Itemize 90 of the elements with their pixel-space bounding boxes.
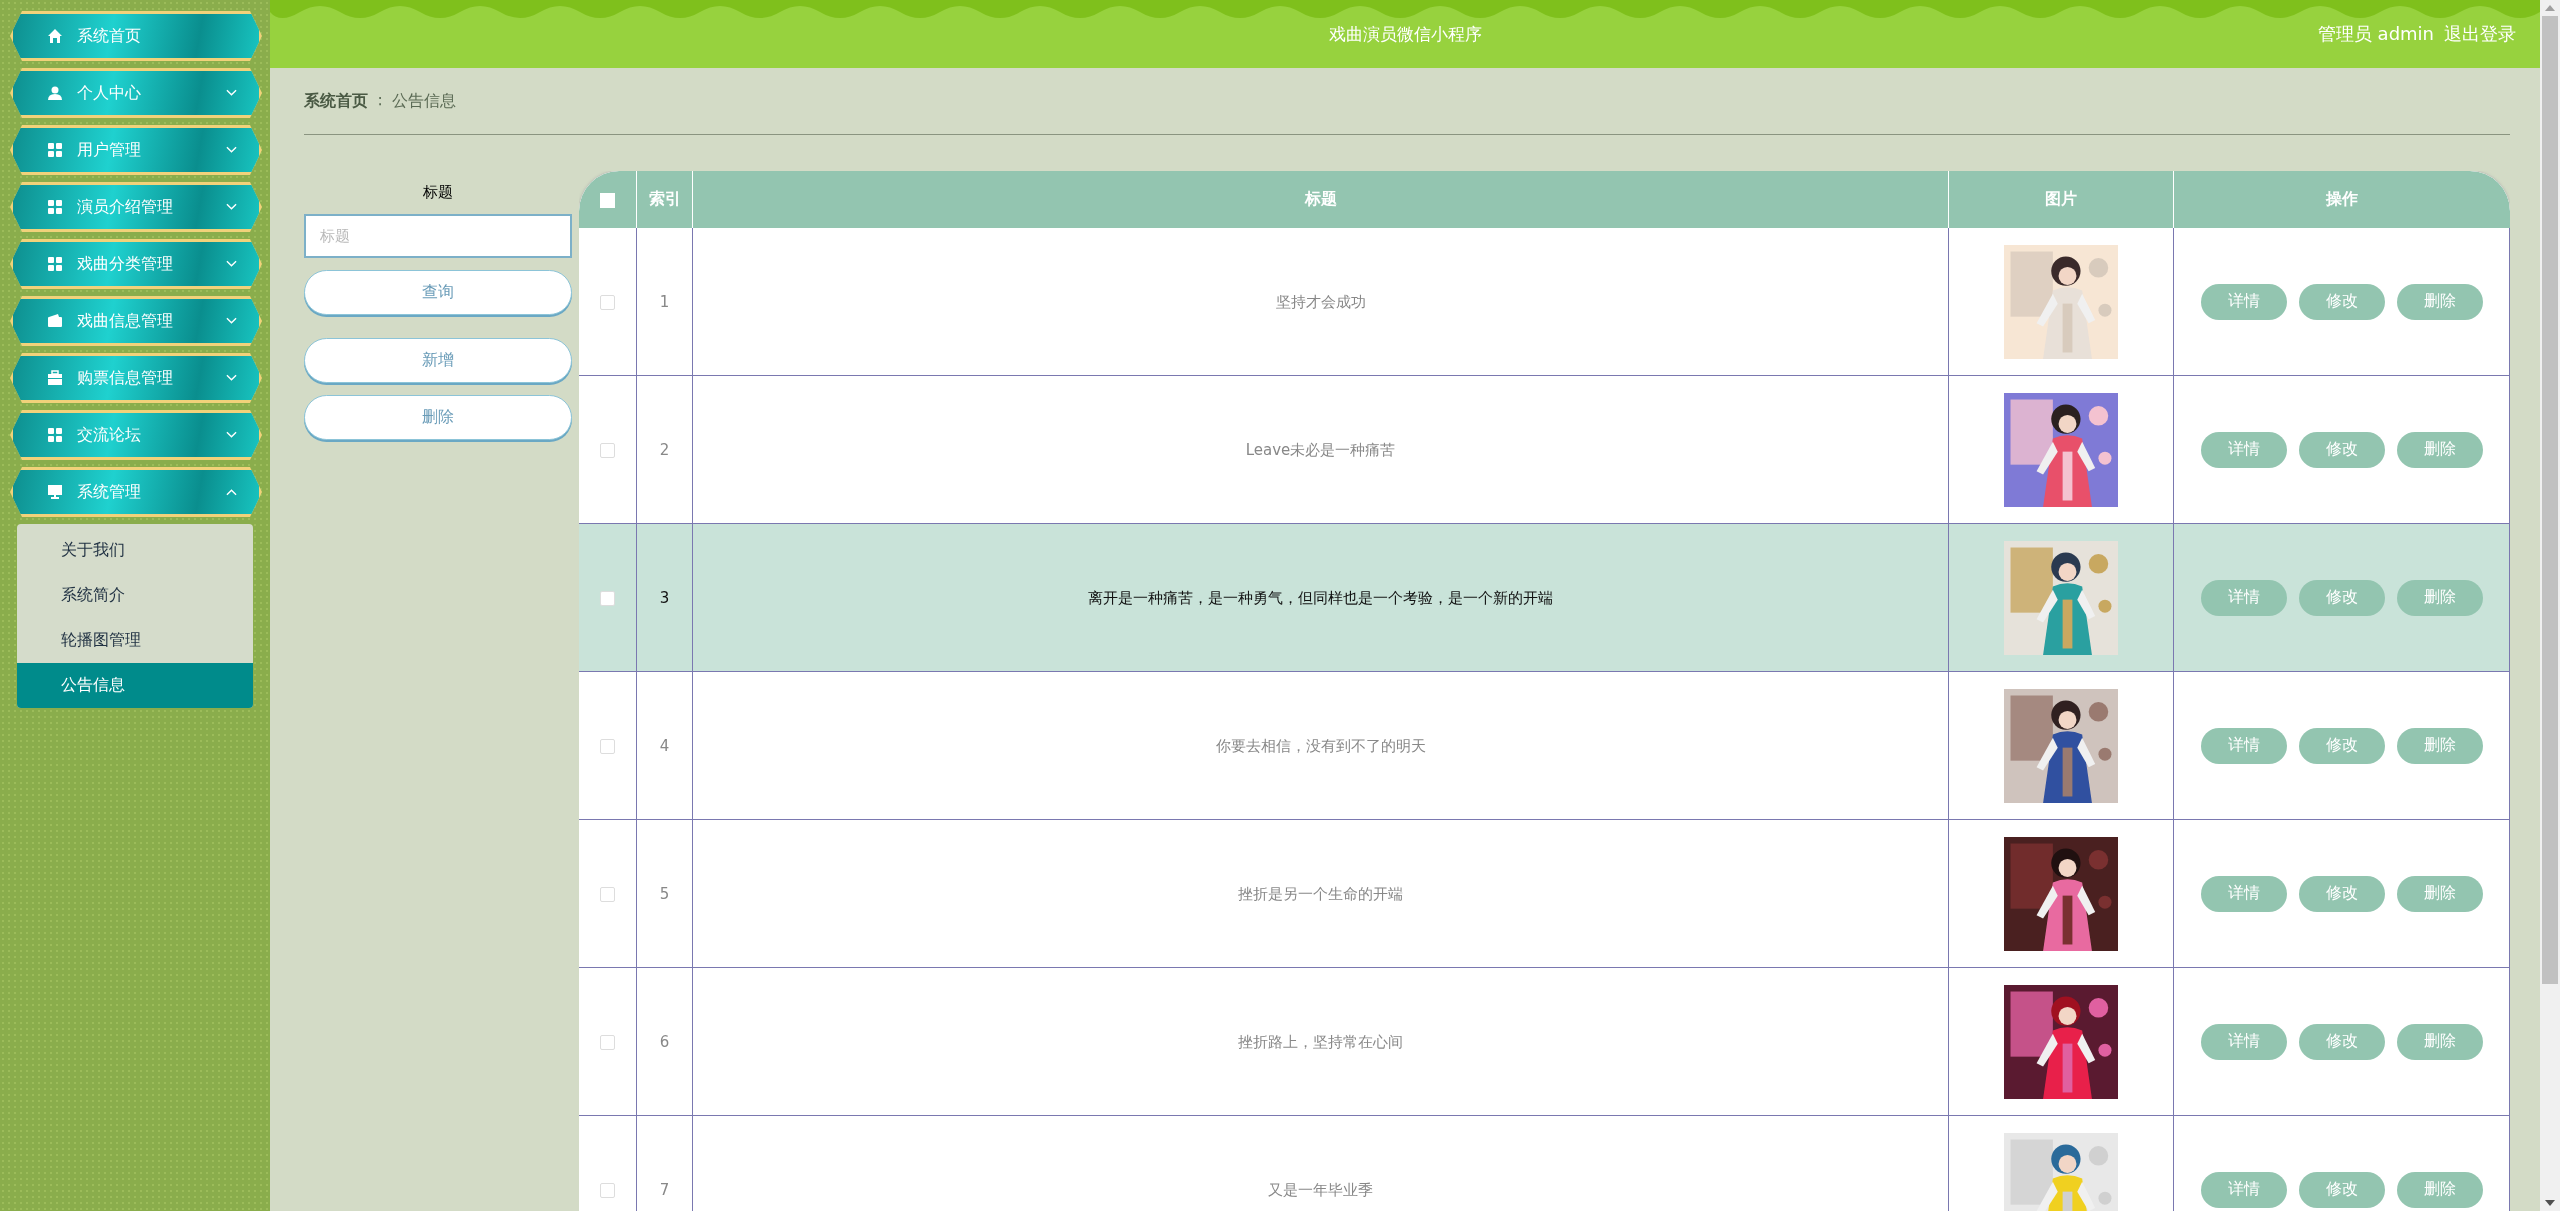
monitor-icon [47,484,63,500]
submenu-item[interactable]: 公告信息 [17,663,253,708]
row-action-button[interactable]: 修改 [2298,875,2385,912]
table-row[interactable]: 1 坚持才会成功 详情 修改 删除 [579,228,2510,376]
index-cell: 3 [659,589,670,607]
title-cell: 挫折是另一个生命的开端 [1238,884,1403,903]
row-action-button[interactable]: 删除 [2396,875,2483,912]
row-checkbox[interactable] [600,887,615,902]
sidebar-item[interactable]: 演员介绍管理 [10,182,262,232]
field-label: 标题 [423,183,453,202]
row-action-button[interactable]: 详情 [2200,1023,2287,1060]
index-cell: 6 [659,1033,670,1051]
scroll-up-icon[interactable] [2545,5,2555,11]
table-row[interactable]: 2 Leave未必是一种痛苦 详情 修改 删除 [579,376,2510,524]
sidebar-item[interactable]: 系统首页 [10,11,262,61]
title-cell: 又是一年毕业季 [1268,1180,1373,1199]
row-action-button[interactable]: 修改 [2298,579,2385,616]
sidebar-item[interactable]: 用户管理 [10,125,262,175]
title-cell: 坚持才会成功 [1275,292,1366,311]
title-cell: 你要去相信，没有到不了的明天 [1215,736,1426,755]
row-action-button[interactable]: 详情 [2200,431,2287,468]
breadcrumb-current: 公告信息 [392,90,457,112]
app-title: 戏曲演员微信小程序 [1328,22,1482,46]
sidebar-item[interactable]: 购票信息管理 [10,353,262,403]
index-cell: 1 [659,293,670,311]
row-action-button[interactable]: 修改 [2298,283,2385,320]
column-header: 索引 [636,171,692,228]
submenu-item[interactable]: 轮播图管理 [17,618,253,663]
row-action-button[interactable]: 删除 [2396,1023,2483,1060]
row-action-button[interactable]: 删除 [2396,431,2483,468]
row-action-button[interactable]: 删除 [2396,727,2483,764]
submenu-item[interactable]: 关于我们 [17,528,253,573]
title-input[interactable]: 标题 [304,214,572,258]
row-action-button[interactable]: 详情 [2200,579,2287,616]
row-action-button[interactable]: 详情 [2200,875,2287,912]
row-checkbox[interactable] [600,1035,615,1050]
row-checkbox[interactable] [600,443,615,458]
table-row[interactable]: 5 挫折是另一个生命的开端 详情 修改 删除 [579,820,2510,968]
scroll-down-icon[interactable] [2545,1200,2555,1206]
sidebar-item[interactable]: 戏曲分类管理 [10,239,262,289]
breadcrumb-separator: ∶ [378,91,383,111]
user-label: 管理员 admin [2317,22,2434,46]
row-action-button[interactable]: 详情 [2200,283,2287,320]
sidebar-item[interactable]: 戏曲信息管理 [10,296,262,346]
action-button[interactable]: 查询 [304,270,572,315]
grid-icon [47,256,63,272]
grid-icon [47,142,63,158]
sidebar-item[interactable]: 个人中心 [10,68,262,118]
breadcrumb-link[interactable]: 系统首页 [304,90,368,112]
row-action-button[interactable]: 删除 [2396,1171,2483,1208]
title-cell: Leave未必是一种痛苦 [1245,440,1396,459]
action-button[interactable]: 删除 [304,395,572,440]
title-cell: 离开是一种痛苦，是一种勇气，但同样也是一个考验，是一个新的开端 [1088,588,1553,607]
column-header: 操作 [2173,171,2510,228]
row-action-button[interactable]: 修改 [2298,727,2385,764]
sidebar-item[interactable]: 系统管理 [10,467,262,517]
user-icon [47,85,63,101]
briefcase-icon [47,370,63,386]
row-action-button[interactable]: 详情 [2200,1171,2287,1208]
table-row[interactable]: 4 你要去相信，没有到不了的明天 详情 修改 删除 [579,672,2510,820]
row-action-button[interactable]: 修改 [2298,431,2385,468]
table-row[interactable]: 7 又是一年毕业季 详情 修改 删除 [579,1116,2510,1211]
action-button[interactable]: 新增 [304,338,572,383]
index-cell: 5 [659,885,670,903]
row-checkbox[interactable] [600,591,615,606]
grid-icon [47,199,63,215]
row-action-button[interactable]: 详情 [2200,727,2287,764]
row-action-button[interactable]: 修改 [2298,1023,2385,1060]
row-checkbox[interactable] [600,1183,615,1198]
index-cell: 4 [659,737,670,755]
submenu-item[interactable]: 系统简介 [17,573,253,618]
row-action-button[interactable]: 删除 [2396,283,2483,320]
table-row[interactable]: 6 挫折路上，坚持常在心间 详情 修改 删除 [579,968,2510,1116]
logout-link[interactable]: 退出登录 [2444,22,2516,46]
row-action-button[interactable]: 修改 [2298,1171,2385,1208]
scroll-thumb[interactable] [2542,16,2558,984]
title-cell: 挫折路上，坚持常在心间 [1238,1032,1403,1051]
home-icon [47,28,63,44]
column-header: 图片 [1948,171,2173,228]
index-cell: 7 [659,1181,670,1199]
scrollbar[interactable] [2540,0,2560,1211]
wallet-icon [47,313,63,329]
row-action-button[interactable]: 删除 [2396,579,2483,616]
grid-icon [47,427,63,443]
row-checkbox[interactable] [600,295,615,310]
index-cell: 2 [659,441,670,459]
sidebar-item[interactable]: 交流论坛 [10,410,262,460]
column-header: 标题 [692,171,1948,228]
row-checkbox[interactable] [600,739,615,754]
select-all-checkbox[interactable] [600,193,615,208]
